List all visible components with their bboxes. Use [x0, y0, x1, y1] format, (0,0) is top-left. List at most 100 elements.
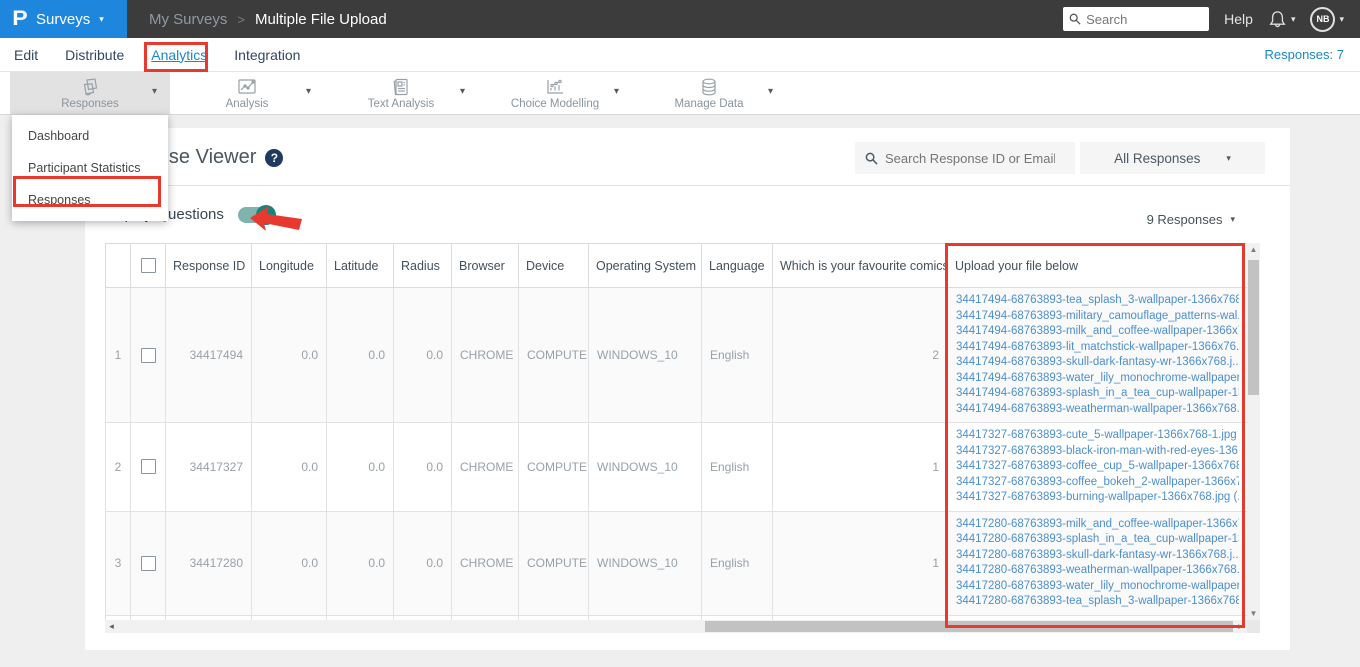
vertical-scrollbar-thumb[interactable]: [1248, 260, 1259, 395]
ribbon-item-choice-modelling[interactable]: Choice Modelling ▾: [478, 72, 632, 114]
col-language[interactable]: Language: [701, 243, 773, 288]
response-search-input[interactable]: [885, 150, 1055, 166]
col-radius[interactable]: Radius: [393, 243, 452, 288]
vertical-scrollbar[interactable]: ▲ ▼: [1247, 243, 1260, 620]
file-link[interactable]: 34417327-68763893-coffee_cup_5-wallpaper…: [956, 459, 1239, 475]
file-link[interactable]: 34417280-68763893-weatherman-wallpaper-1…: [956, 563, 1239, 579]
top-right-cluster: Help ▾ NB ▾: [1063, 6, 1360, 32]
tab-distribute[interactable]: Distribute: [65, 47, 124, 63]
responses-count-badge[interactable]: Responses: 7: [1265, 47, 1360, 62]
file-link[interactable]: 34417494-68763893-tea_splash_3-wallpaper…: [956, 293, 1239, 309]
file-link[interactable]: 34417494-68763893-military_camouflage_pa…: [956, 309, 1239, 325]
response-filter-dropdown[interactable]: All Responses ▾: [1080, 142, 1265, 174]
responses-dropdown-menu: Dashboard Participant Statistics Respons…: [12, 115, 168, 221]
file-link[interactable]: 34417494-68763893-milk_and_coffee-wallpa…: [956, 324, 1239, 340]
global-search[interactable]: [1063, 7, 1210, 31]
col-comics[interactable]: Which is your favourite comics?: [772, 243, 948, 288]
ribbon-item-manage-data[interactable]: Manage Data ▾: [632, 72, 786, 114]
breadcrumb-current: Multiple File Upload: [254, 10, 387, 28]
horizontal-scrollbar[interactable]: ◂ ▸: [105, 620, 1247, 633]
avatar: NB: [1310, 6, 1336, 32]
file-link[interactable]: 34417494-68763893-weatherman-wallpaper-1…: [956, 402, 1239, 418]
col-upload[interactable]: Upload your file below: [947, 243, 1247, 288]
col-longitude[interactable]: Longitude: [251, 243, 327, 288]
divider: [85, 185, 1290, 186]
help-link[interactable]: Help: [1224, 11, 1253, 27]
search-icon: [865, 152, 878, 165]
file-link[interactable]: 34417280-68763893-water_lily_monochrome-…: [956, 579, 1239, 595]
row-checkbox[interactable]: [140, 347, 156, 363]
row-checkbox[interactable]: [140, 459, 156, 475]
account-menu[interactable]: NB ▾: [1310, 6, 1344, 32]
global-search-input[interactable]: [1086, 11, 1202, 27]
file-link[interactable]: 34417494-68763893-splash_in_a_tea_cup-wa…: [956, 386, 1239, 402]
cell-os: WINDOWS_10: [588, 422, 702, 512]
col-browser[interactable]: Browser: [451, 243, 519, 288]
ribbon-item-analysis[interactable]: Analysis ▾: [170, 72, 324, 114]
table-header-row: Response ID▲ Longitude Latitude Radius B…: [105, 243, 1247, 288]
scroll-up-icon[interactable]: ▲: [1247, 243, 1260, 256]
col-device[interactable]: Device: [518, 243, 589, 288]
cell-response-id: 34417327: [165, 422, 252, 512]
ribbon-item-responses[interactable]: Responses ▾: [10, 72, 170, 114]
file-link[interactable]: 34417280-68763893-skull-dark-fantasy-wr-…: [956, 548, 1239, 564]
tab-analytics[interactable]: Analytics: [151, 47, 207, 63]
chevron-down-icon[interactable]: ▾: [152, 86, 157, 97]
file-link[interactable]: 34417327-68763893-black-iron-man-with-re…: [956, 444, 1239, 460]
display-questions-toggle[interactable]: [237, 204, 276, 225]
file-link[interactable]: 34417494-68763893-water_lily_monochrome-…: [956, 371, 1239, 387]
breadcrumb-parent[interactable]: My Surveys: [149, 11, 227, 28]
menu-item-responses[interactable]: Responses: [12, 184, 168, 216]
horizontal-scrollbar-thumb[interactable]: [705, 621, 1233, 632]
help-icon[interactable]: ?: [265, 148, 284, 167]
col-rownum: [105, 243, 131, 288]
col-latitude[interactable]: Latitude: [326, 243, 394, 288]
chevron-down-icon: ▾: [1290, 13, 1296, 24]
menu-item-dashboard[interactable]: Dashboard: [12, 120, 168, 152]
scroll-left-icon[interactable]: ◂: [105, 620, 118, 633]
search-icon: [1069, 13, 1081, 25]
table-row: 3 34417280 0.0 0.0 0.0 CHROME COMPUTER W…: [105, 510, 1247, 616]
notifications-menu[interactable]: ▾: [1268, 10, 1296, 28]
chevron-down-icon: ▾: [99, 13, 104, 24]
file-link[interactable]: 34417327-68763893-coffee_bokeh_2-wallpap…: [956, 475, 1239, 491]
cell-device: COMPUTER: [518, 422, 589, 512]
chevron-down-icon[interactable]: ▾: [768, 86, 773, 97]
toggle-knob: [255, 204, 276, 225]
database-icon: [702, 78, 716, 95]
response-search[interactable]: [855, 142, 1075, 174]
file-link[interactable]: 34417280-68763893-splash_in_a_tea_cup-wa…: [956, 532, 1239, 548]
response-filter-label: All Responses: [1114, 150, 1201, 166]
scroll-down-icon[interactable]: ▼: [1247, 607, 1260, 620]
file-link[interactable]: 34417327-68763893-cute_5-wallpaper-1366x…: [956, 428, 1239, 444]
col-os[interactable]: Operating System: [588, 243, 702, 288]
col-response-id[interactable]: Response ID▲: [165, 243, 252, 288]
menu-item-participant-statistics[interactable]: Participant Statistics: [12, 152, 168, 184]
chevron-down-icon: ▾: [1339, 13, 1344, 24]
cell-files: 34417280-68763893-milk_and_coffee-wallpa…: [947, 510, 1247, 616]
row-checkbox[interactable]: [140, 555, 156, 571]
breadcrumb: My Surveys > Multiple File Upload: [149, 11, 387, 28]
tab-integration[interactable]: Integration: [234, 47, 300, 63]
chevron-down-icon[interactable]: ▾: [306, 86, 311, 97]
row-number: 2: [105, 422, 131, 512]
chevron-down-icon[interactable]: ▾: [614, 86, 619, 97]
app-menu-label: Surveys: [36, 10, 91, 28]
file-link[interactable]: 34417280-68763893-milk_and_coffee-wallpa…: [956, 517, 1239, 533]
chevron-down-icon[interactable]: ▾: [460, 86, 465, 97]
file-link[interactable]: 34417280-68763893-tea_splash_3-wallpaper…: [956, 594, 1239, 610]
responses-count-dropdown[interactable]: 9 Responses ▾: [1147, 212, 1235, 227]
response-viewer-panel: Response Viewer ? All Responses ▾ Displa…: [85, 128, 1290, 650]
file-link[interactable]: 34417494-68763893-skull-dark-fantasy-wr-…: [956, 355, 1239, 371]
file-link[interactable]: 34417494-68763893-lit_matchstick-wallpap…: [956, 340, 1239, 356]
file-link[interactable]: 34417327-68763893-burning-wallpaper-1366…: [956, 490, 1239, 506]
select-all-checkbox[interactable]: [140, 258, 156, 273]
cell-os: WINDOWS_10: [588, 510, 702, 616]
cell-longitude: 0.0: [251, 287, 327, 423]
scroll-right-icon[interactable]: ▸: [1234, 620, 1247, 633]
cell-response-id: 34417494: [165, 287, 252, 423]
app-menu[interactable]: P Surveys ▾: [0, 0, 127, 38]
tab-edit[interactable]: Edit: [14, 47, 38, 63]
cell-latitude: 0.0: [326, 422, 394, 512]
ribbon-item-text-analysis[interactable]: Text Analysis ▾: [324, 72, 478, 114]
